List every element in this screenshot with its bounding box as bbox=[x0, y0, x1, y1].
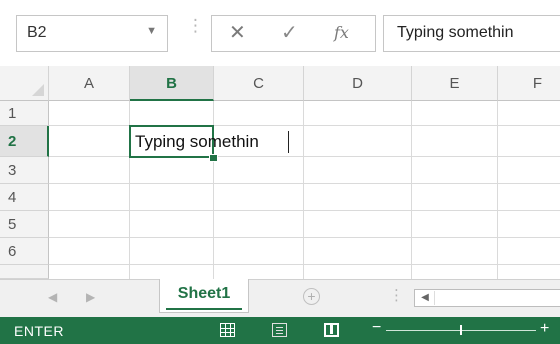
insert-function-icon[interactable]: fx bbox=[334, 25, 349, 41]
name-box-dropdown-icon[interactable]: ▼ bbox=[146, 25, 157, 37]
formula-bar: B2 ▼ ⋮ ✕ ✓ fx Typing somethin bbox=[0, 0, 560, 66]
status-bar: ENTER − + bbox=[0, 317, 560, 344]
spreadsheet-grid[interactable]: A B C D E F 1 2 3 4 5 6 Typing somethin bbox=[0, 66, 560, 279]
column-header-e[interactable]: E bbox=[412, 66, 498, 101]
status-mode: ENTER bbox=[14, 323, 64, 339]
gridline bbox=[497, 101, 498, 279]
formula-bar-buttons: ✕ ✓ fx bbox=[211, 15, 376, 52]
gridline bbox=[411, 101, 412, 279]
gridline bbox=[49, 125, 560, 126]
scrollbar-thumb[interactable] bbox=[437, 291, 557, 305]
gridline bbox=[49, 237, 560, 238]
gridline bbox=[49, 156, 560, 157]
gridline bbox=[49, 210, 560, 211]
column-header-b[interactable]: B bbox=[130, 66, 214, 101]
fill-handle[interactable] bbox=[209, 154, 218, 162]
row-header-2[interactable]: 2 bbox=[0, 126, 49, 157]
row-header-1[interactable]: 1 bbox=[0, 101, 49, 126]
column-header-d[interactable]: D bbox=[304, 66, 412, 101]
zoom-out-icon[interactable]: − bbox=[372, 319, 381, 337]
page-break-preview-icon[interactable] bbox=[324, 323, 339, 337]
row-header-5[interactable]: 5 bbox=[0, 211, 49, 238]
row-header-3[interactable]: 3 bbox=[0, 157, 49, 184]
zoom-slider-thumb[interactable] bbox=[460, 325, 462, 335]
text-cursor bbox=[288, 131, 289, 153]
active-cell-b2[interactable]: Typing somethin bbox=[129, 125, 289, 158]
column-header-f[interactable]: F bbox=[498, 66, 560, 101]
page-layout-view-icon[interactable] bbox=[272, 323, 287, 337]
active-cell-value: Typing somethin bbox=[135, 132, 259, 151]
column-header-a[interactable]: A bbox=[49, 66, 130, 101]
select-all-corner[interactable] bbox=[0, 66, 49, 101]
gridline bbox=[303, 101, 304, 279]
row-header-4[interactable]: 4 bbox=[0, 184, 49, 211]
previous-sheet-icon[interactable]: ◀ bbox=[48, 290, 57, 304]
name-box-value: B2 bbox=[27, 24, 47, 41]
scroll-left-icon[interactable]: ◀ bbox=[416, 291, 435, 305]
zoom-in-icon[interactable]: + bbox=[540, 320, 549, 338]
sheet-tab-bar: ◀ ▶ Sheet1 + ⋮ ◀ bbox=[0, 279, 560, 317]
formula-input-value: Typing somethin bbox=[397, 24, 514, 41]
row-header-7[interactable] bbox=[0, 265, 49, 279]
add-sheet-icon[interactable]: + bbox=[303, 288, 320, 305]
enter-icon[interactable]: ✓ bbox=[281, 23, 298, 43]
name-box[interactable]: B2 ▼ bbox=[16, 15, 168, 52]
formula-input[interactable]: Typing somethin bbox=[383, 15, 560, 52]
column-header-c[interactable]: C bbox=[214, 66, 304, 101]
tab-separator-icon[interactable]: ⋮ bbox=[389, 288, 404, 303]
sheet-tab-sheet1[interactable]: Sheet1 bbox=[159, 279, 249, 313]
normal-view-icon[interactable] bbox=[220, 323, 235, 337]
formula-bar-separator-icon[interactable]: ⋮ bbox=[187, 17, 204, 34]
gridline bbox=[49, 264, 560, 265]
next-sheet-icon[interactable]: ▶ bbox=[86, 290, 95, 304]
row-header-6[interactable]: 6 bbox=[0, 238, 49, 265]
cancel-icon[interactable]: ✕ bbox=[229, 23, 246, 43]
horizontal-scrollbar[interactable]: ◀ bbox=[414, 289, 560, 307]
gridline bbox=[49, 183, 560, 184]
